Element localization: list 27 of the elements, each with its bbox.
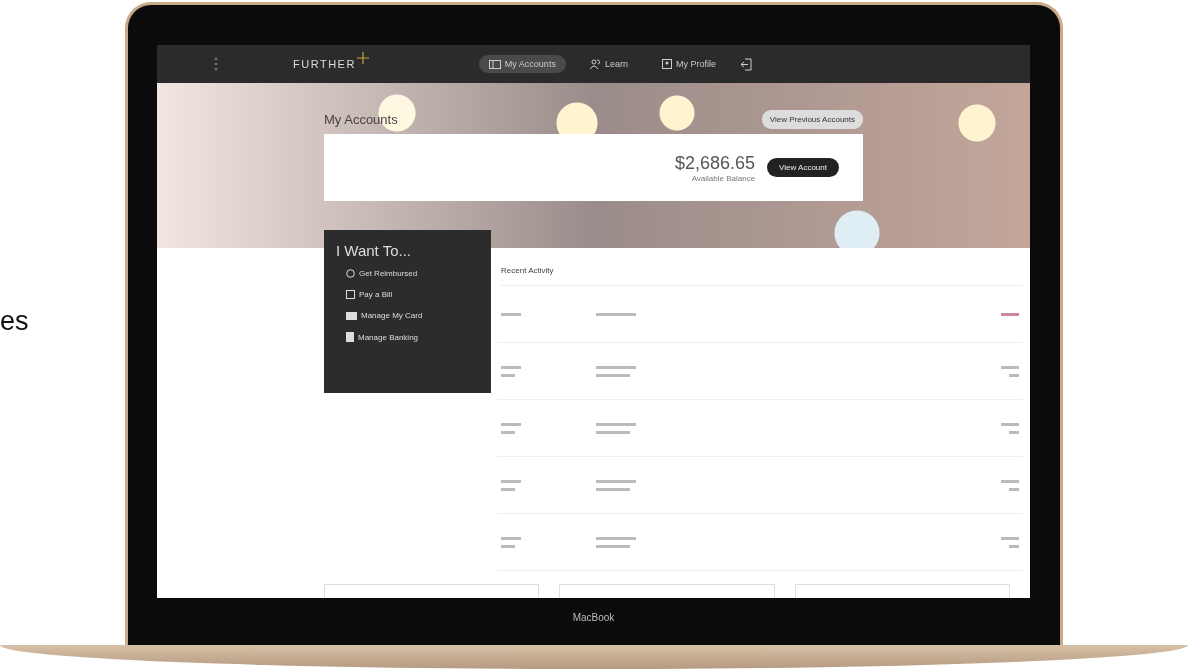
nav-tab[interactable]: Learn [579,55,638,73]
bill-icon [346,290,355,299]
action-link[interactable]: Pay a Bill [346,290,393,299]
people-icon [589,59,601,69]
logout-icon[interactable] [739,57,752,71]
nav-tab[interactable]: My Accounts [478,55,566,73]
balance-label: Available Balance [691,173,756,183]
balance-amount: $2,686.65 [675,152,756,174]
sparkle-icon [356,52,369,64]
panel-title: I Want To... [336,242,412,259]
logo[interactable]: FURTHER [293,58,356,70]
card-icon [346,311,357,320]
action-link[interactable]: Manage Banking [346,332,419,342]
action-link[interactable]: Get Reimbursed [346,269,418,278]
window-icon [488,59,501,69]
action-link[interactable]: Manage My Card [346,311,423,320]
coin-icon [346,269,355,278]
view-account-button[interactable]: View Account [767,158,839,177]
previous-accounts-button[interactable]: View Previous Accounts [761,109,863,129]
section-title: Recent Activity [501,266,1023,286]
heading-fragment: es [0,306,30,337]
building-icon [346,332,354,342]
nav-tab[interactable]: My Profile [651,55,726,73]
laptop-label: MacBook [572,612,615,623]
profile-icon [661,59,672,69]
menu-icon[interactable] [213,56,219,72]
page-title: My Accounts [324,111,398,127]
